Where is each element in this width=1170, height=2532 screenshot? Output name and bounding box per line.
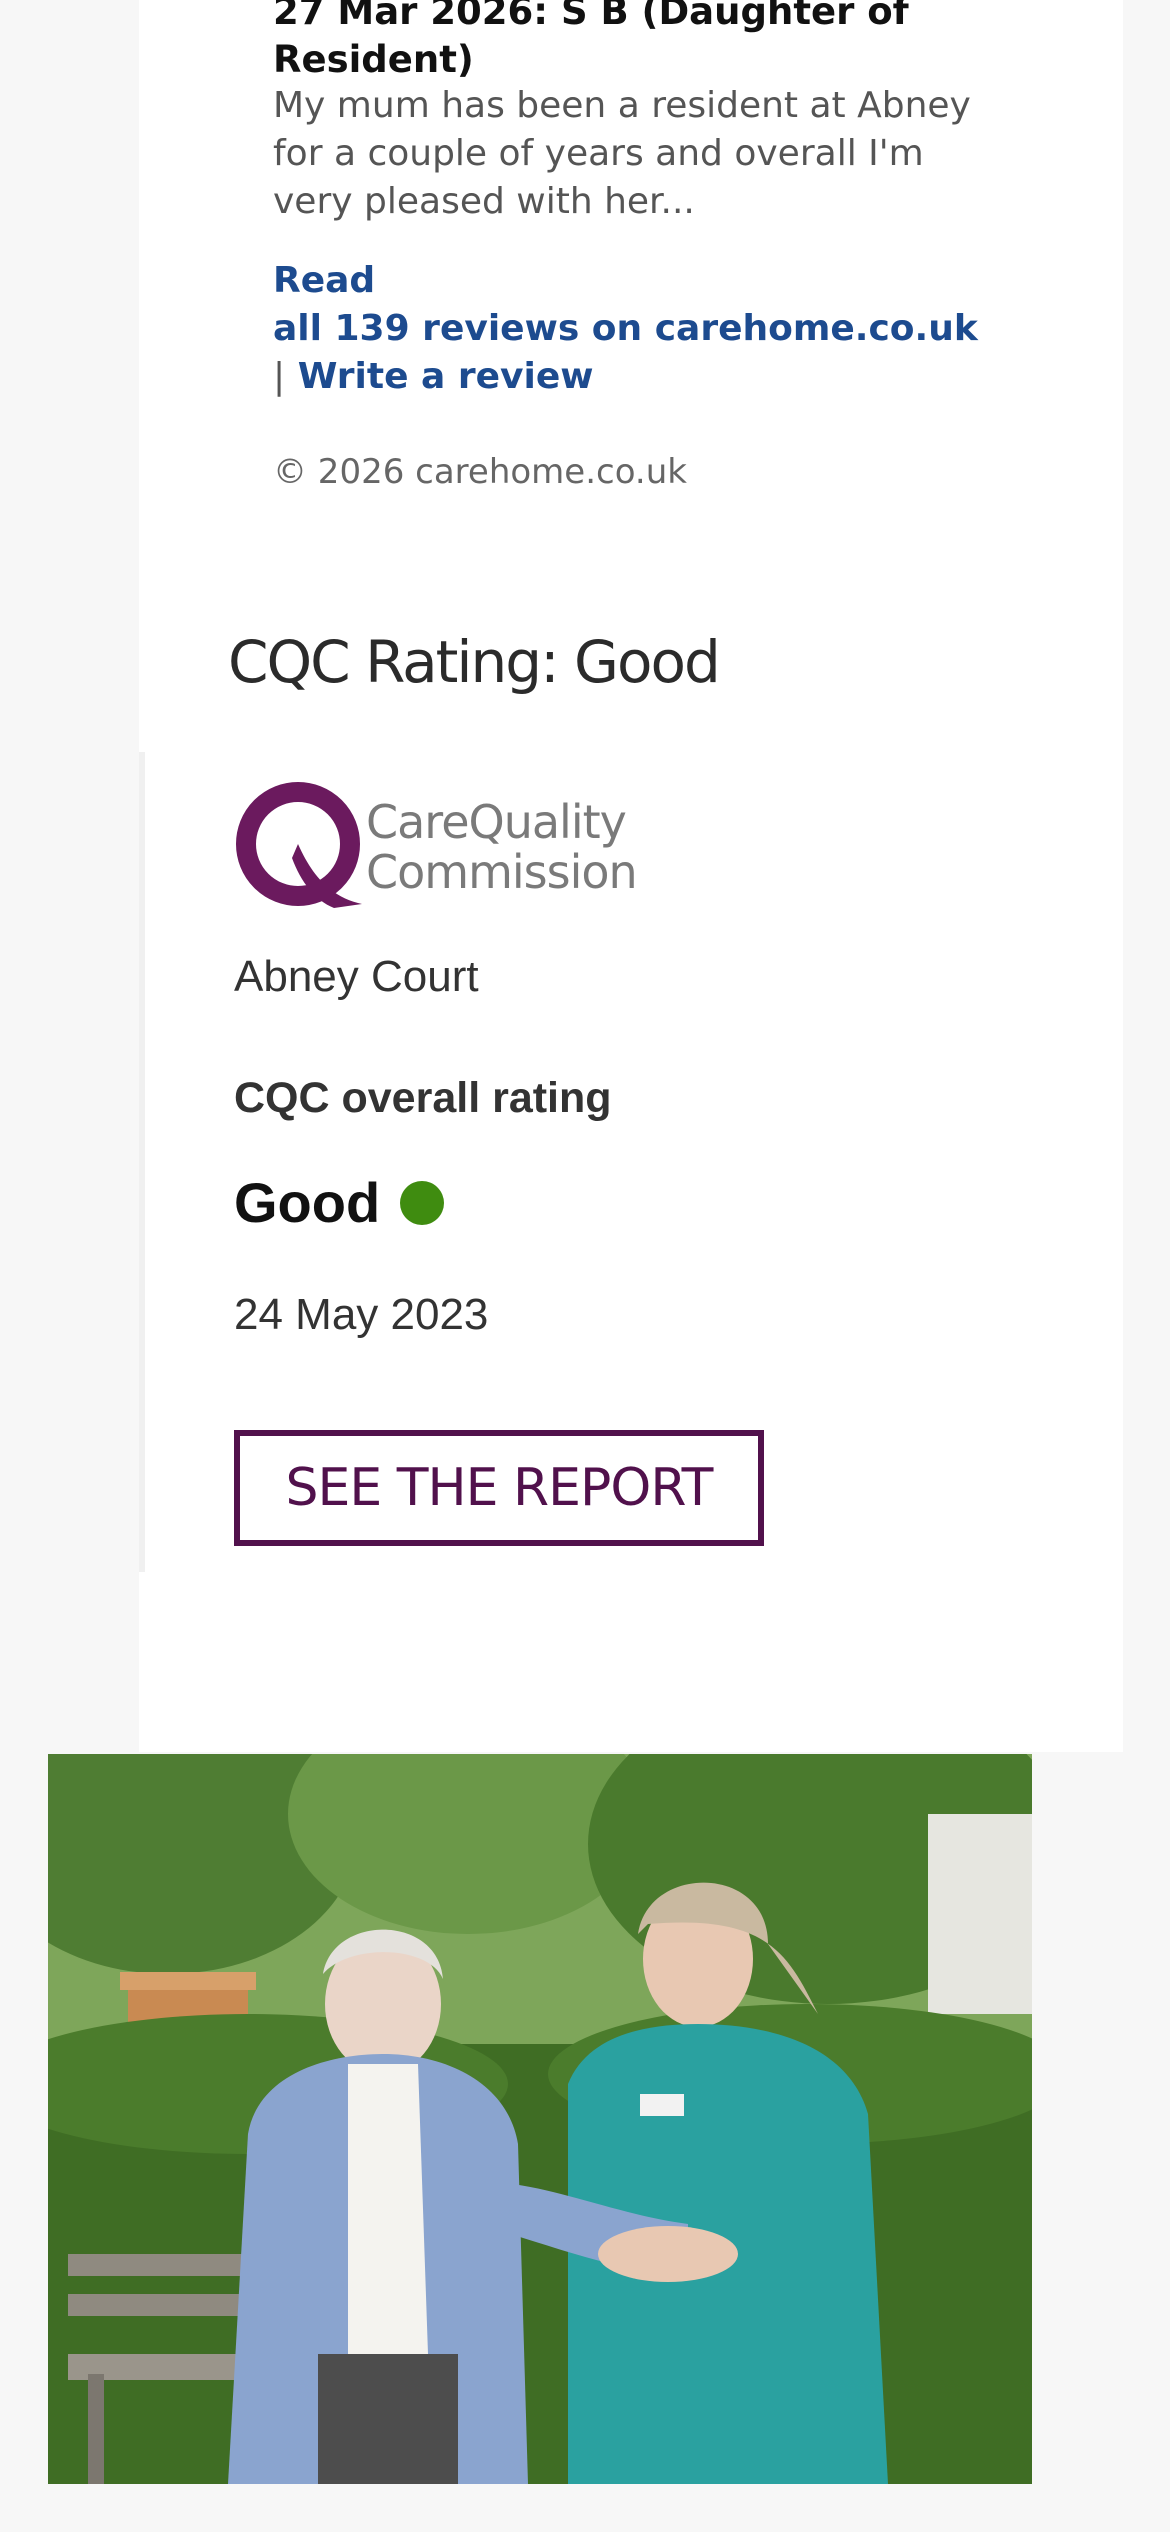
- rating-status-dot-icon: [400, 1180, 445, 1225]
- photo-resident-and-carer-icon: [48, 1754, 1032, 2484]
- cqc-logo-line1: CareQuality: [366, 795, 626, 849]
- write-review-link[interactable]: Write a review: [298, 356, 594, 397]
- cqc-logo-line2: Commission: [366, 845, 637, 899]
- cqc-logo: CareQuality Commission: [236, 782, 638, 908]
- review-excerpt: My mum has been a resident at Abney for …: [273, 85, 971, 222]
- overall-rating-label: CQC overall rating: [234, 1074, 612, 1122]
- location-name: Abney Court: [234, 952, 479, 1001]
- review-links: Read all 139 reviews on carehome.co.uk |…: [273, 257, 993, 401]
- see-the-report-button[interactable]: SEE THE REPORT: [234, 1430, 764, 1546]
- rating-row: Good: [234, 1170, 445, 1235]
- cqc-q-mark-icon: [236, 782, 362, 908]
- rating-value: Good: [234, 1171, 381, 1234]
- cqc-rating-heading: CQC Rating: Good: [228, 628, 721, 696]
- cqc-rating-widget: CareQuality Commission Abney Court CQC o…: [139, 752, 1129, 1572]
- read-label: Read: [273, 260, 376, 301]
- read-all-reviews-link[interactable]: Read all 139 reviews on carehome.co.uk: [273, 257, 993, 353]
- read-all-label: all 139 reviews on carehome.co.uk: [273, 308, 978, 349]
- link-separator: |: [273, 356, 286, 397]
- resident-carer-photo: [48, 1754, 1032, 2484]
- rating-date: 24 May 2023: [234, 1290, 489, 1339]
- copyright-text: © 2026 carehome.co.uk: [273, 452, 687, 492]
- review-title: 27 Mar 2026: S B (Daughter of Resident): [273, 0, 909, 81]
